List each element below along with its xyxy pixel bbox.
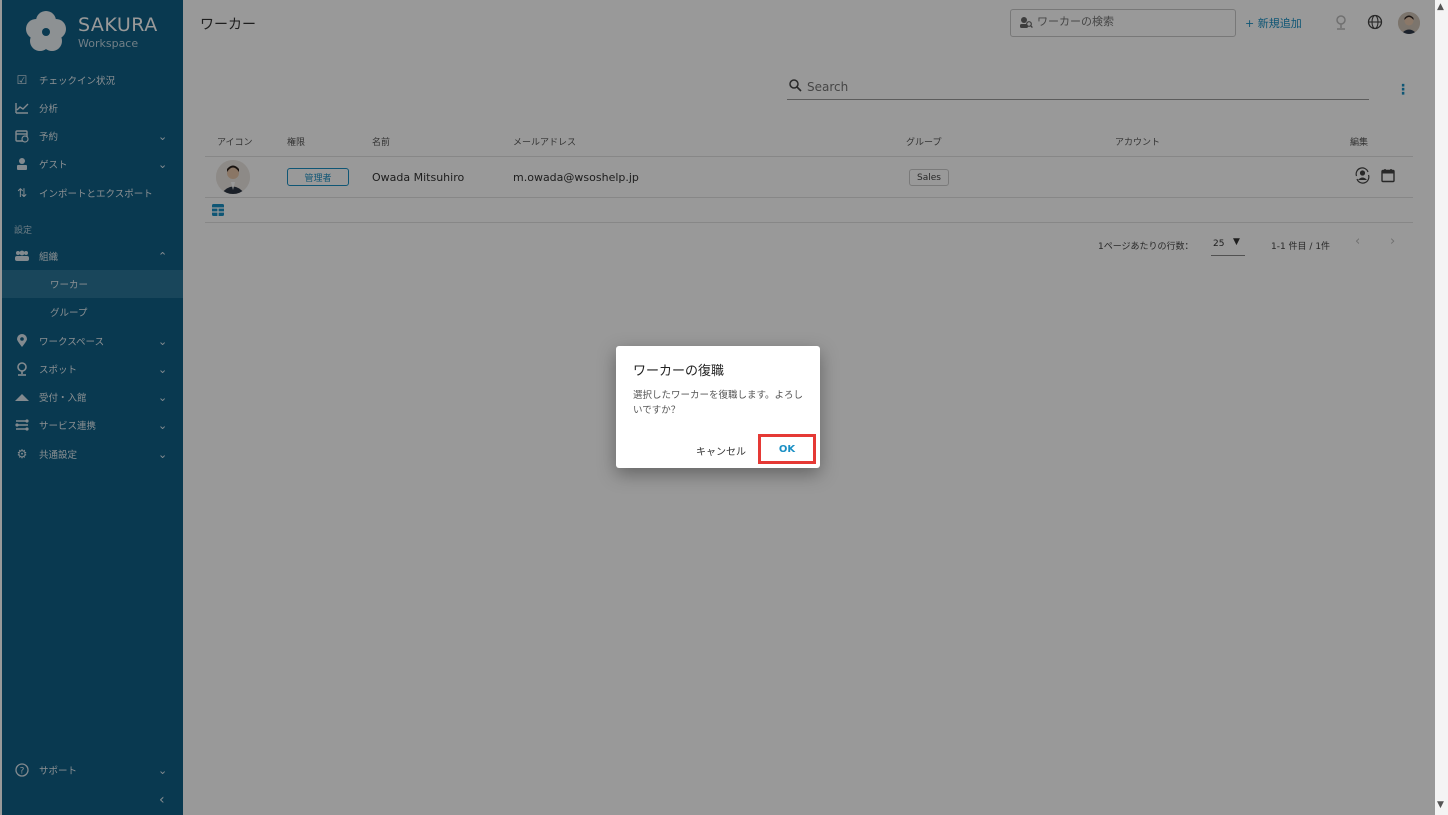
ok-button[interactable]: OK: [758, 434, 816, 464]
scroll-up-icon[interactable]: ▲: [1437, 2, 1444, 12]
cancel-button[interactable]: キャンセル: [696, 443, 746, 458]
dialog-title: ワーカーの復職: [633, 364, 725, 379]
scrollbar[interactable]: ▲ ▼: [1435, 0, 1448, 815]
scroll-down-icon[interactable]: ▼: [1437, 800, 1444, 810]
dialog-message: 選択したワーカーを復職します。よろしいですか？: [633, 390, 804, 416]
app: SAKURA Workspace ☑ チェックイン状況 分析 予約 ⌄ ゲスト …: [0, 0, 1448, 815]
reinstate-dialog: ワーカーの復職 選択したワーカーを復職します。よろしいですか？ キャンセル OK: [616, 346, 820, 468]
